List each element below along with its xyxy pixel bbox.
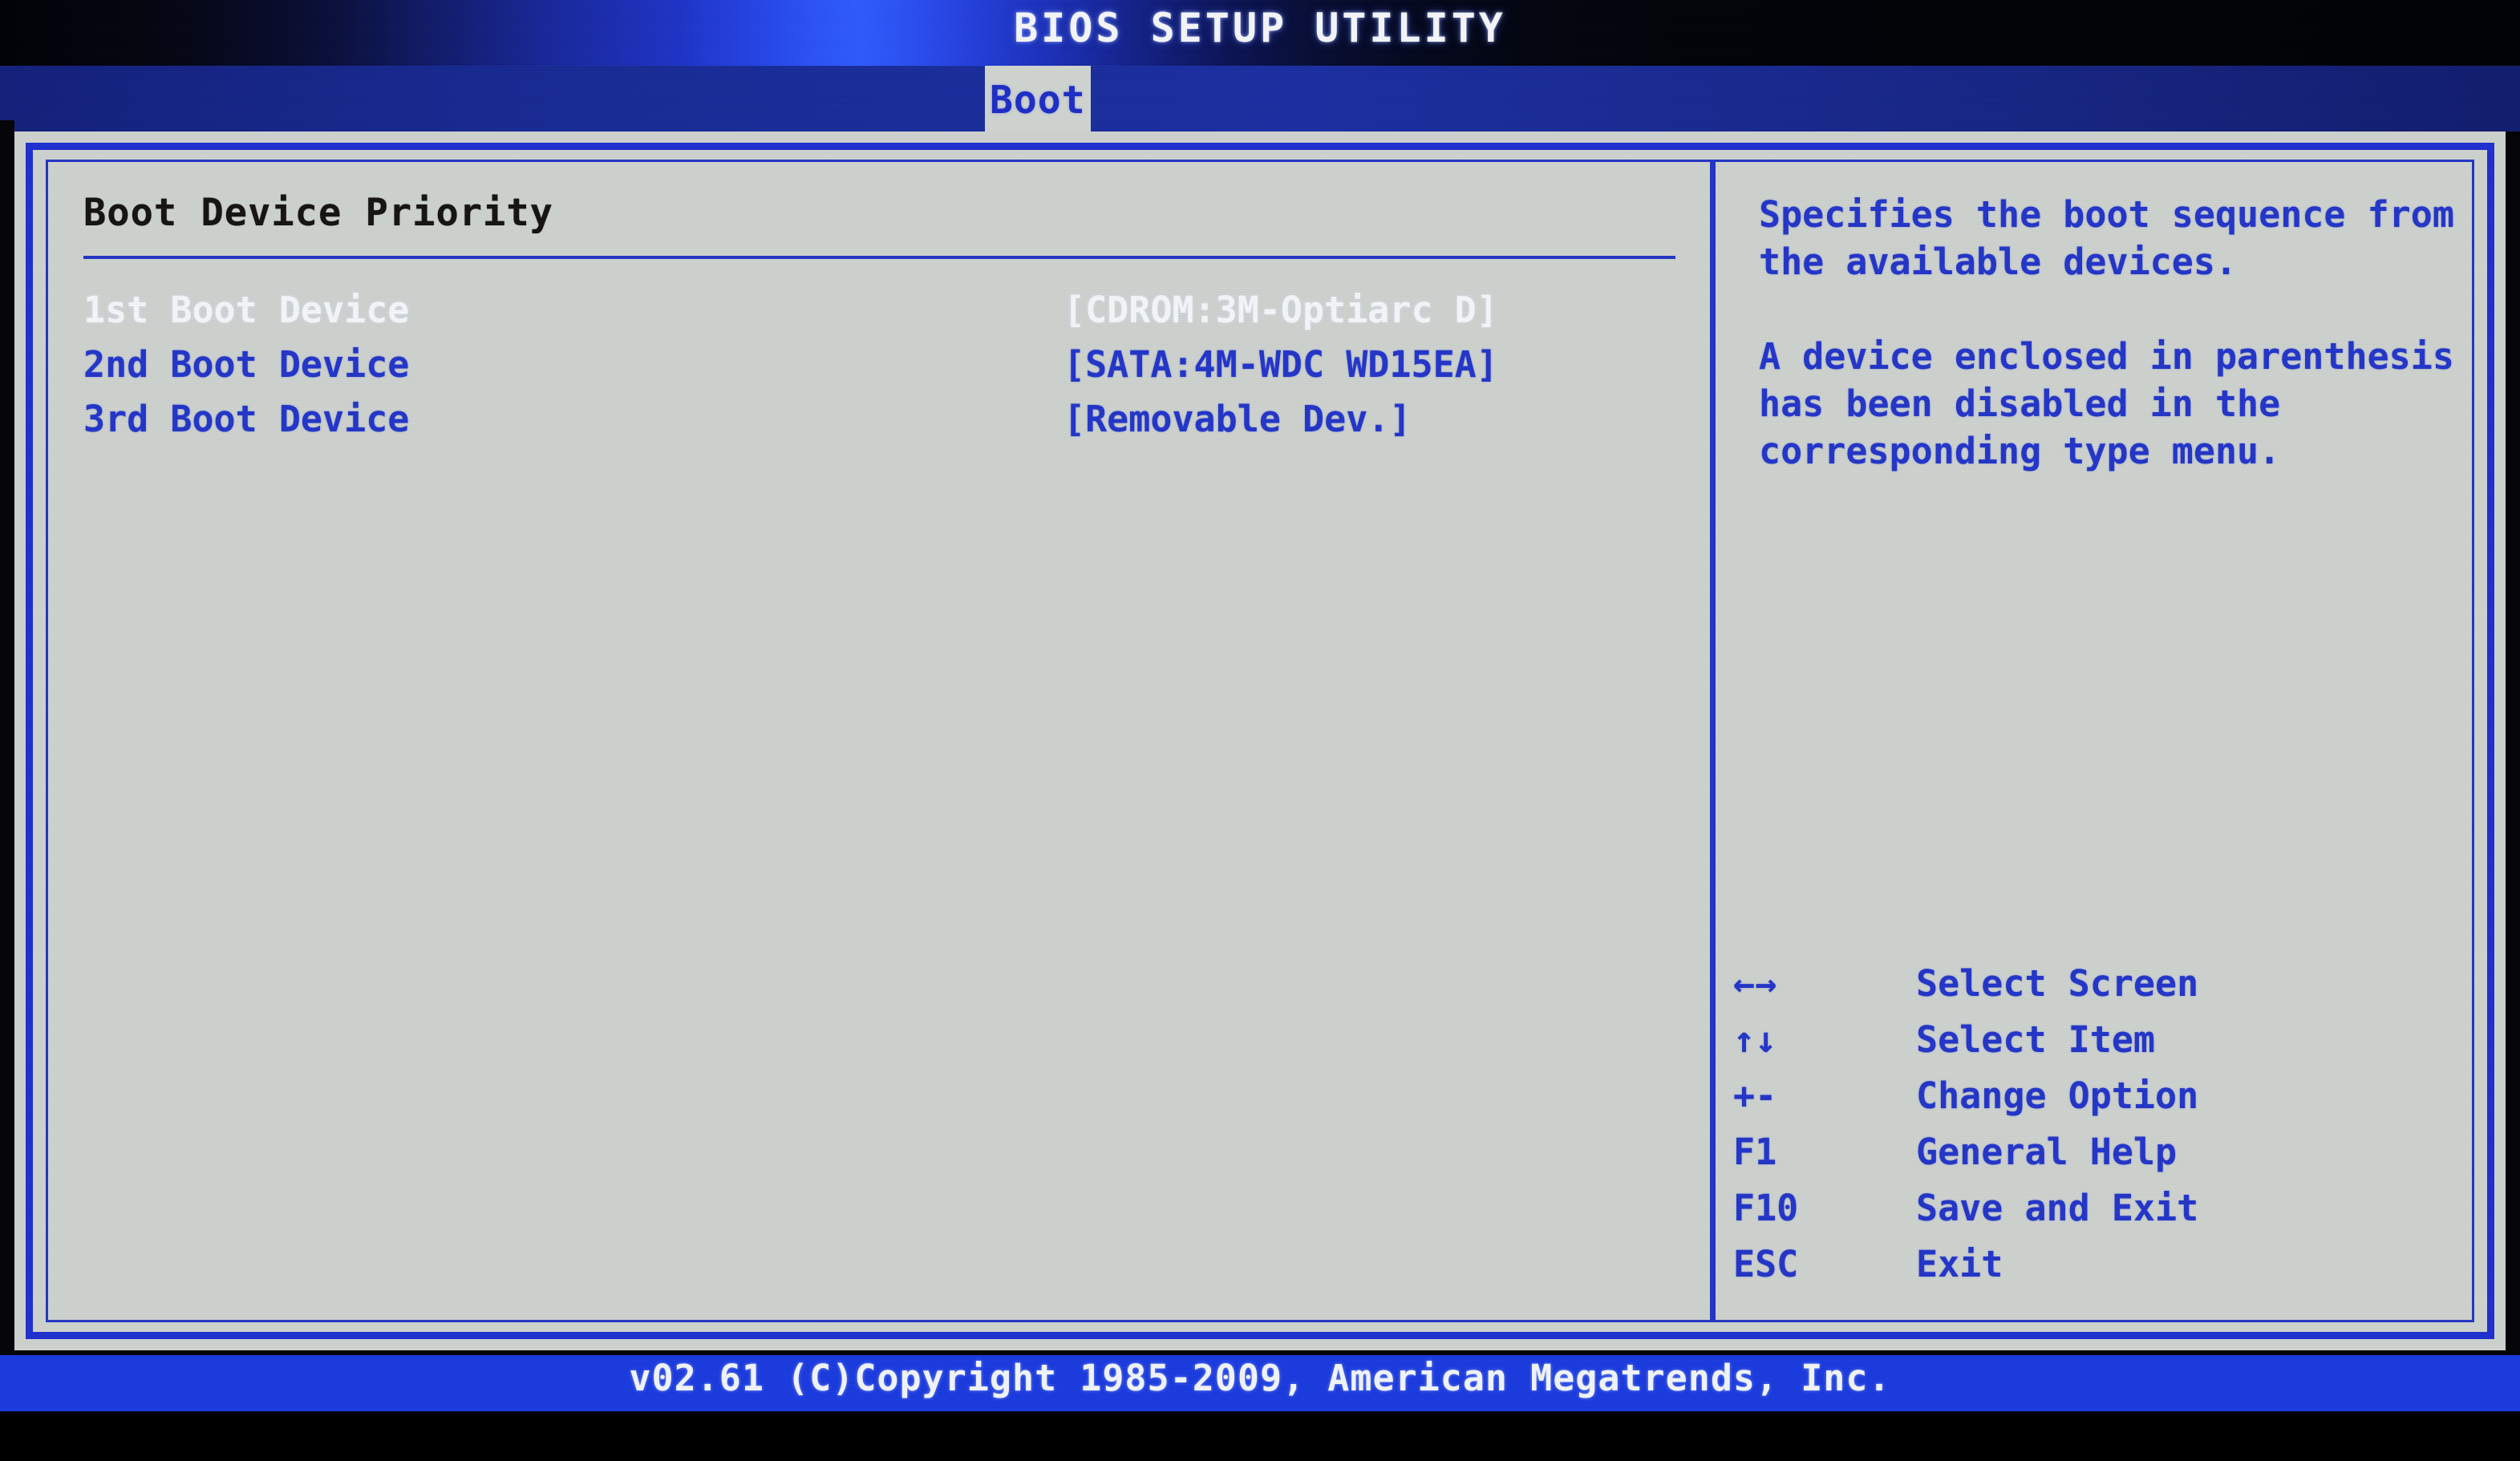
- bios-screen: BIOS SETUP UTILITY Boot Boot Device Prio…: [0, 0, 2520, 1411]
- footer-bar: v02.61 (C)Copyright 1985-2009, American …: [0, 1355, 2520, 1411]
- panel-outer-border: Boot Device Priority 1st Boot Device [CD…: [26, 143, 2494, 1339]
- boot-device-label-3: 3rd Boot Device: [83, 398, 410, 440]
- title-divider: [83, 256, 1675, 259]
- column-divider: [1710, 162, 1716, 1320]
- f1-key-icon: F1: [1733, 1131, 1777, 1173]
- left-right-arrow-icon: ←→: [1733, 962, 1777, 1005]
- legend-item-select-screen: ←→ Select Screen: [1716, 956, 2472, 1012]
- plus-minus-icon: +-: [1733, 1075, 1777, 1117]
- esc-key-icon: ESC: [1733, 1243, 1799, 1285]
- table-row[interactable]: 1st Boot Device [CDROM:3M-Optiarc D]: [83, 283, 1710, 338]
- boot-device-value-3[interactable]: [Removable Dev.]: [1064, 392, 1411, 447]
- legend-action-select-screen: Select Screen: [1916, 962, 2199, 1005]
- key-legend: ←→ Select Screen ↑↓ Select Item +- Chang…: [1716, 956, 2472, 1293]
- app-title: BIOS SETUP UTILITY: [1014, 5, 1506, 51]
- f10-key-icon: F10: [1733, 1187, 1799, 1229]
- settings-column: Boot Device Priority 1st Boot Device [CD…: [48, 162, 1710, 1320]
- table-row[interactable]: 3rd Boot Device [Removable Dev.]: [83, 392, 1710, 447]
- screen-bezel-left: [0, 120, 14, 1359]
- legend-action-save-and-exit: Save and Exit: [1916, 1187, 2199, 1229]
- main-frame: Boot Device Priority 1st Boot Device [CD…: [14, 132, 2506, 1350]
- boot-device-value-2[interactable]: [SATA:4M-WDC WD15EA]: [1064, 338, 1498, 392]
- legend-action-change-option: Change Option: [1916, 1075, 2199, 1117]
- panel-inner-border: Boot Device Priority 1st Boot Device [CD…: [46, 160, 2474, 1322]
- panel-content: Boot Device Priority 1st Boot Device [CD…: [48, 162, 2472, 1320]
- title-bar: BIOS SETUP UTILITY: [0, 0, 2520, 66]
- tab-boot[interactable]: Boot: [985, 66, 1091, 132]
- legend-action-general-help: General Help: [1916, 1131, 2178, 1173]
- boot-device-label-1: 1st Boot Device: [83, 289, 410, 331]
- help-paragraph-1: Specifies the boot sequence from the ava…: [1759, 193, 2454, 283]
- legend-action-select-item: Select Item: [1916, 1018, 2156, 1061]
- legend-item-select-item: ↑↓ Select Item: [1716, 1012, 2472, 1068]
- legend-action-exit: Exit: [1916, 1243, 2003, 1285]
- boot-device-list: 1st Boot Device [CDROM:3M-Optiarc D] 2nd…: [83, 283, 1710, 447]
- help-column: Specifies the boot sequence from the ava…: [1716, 162, 2472, 1320]
- boot-device-value-1[interactable]: [CDROM:3M-Optiarc D]: [1064, 283, 1498, 338]
- boot-device-label-2: 2nd Boot Device: [83, 343, 410, 386]
- legend-item-general-help: F1 General Help: [1716, 1124, 2472, 1180]
- legend-item-change-option: +- Change Option: [1716, 1068, 2472, 1124]
- help-paragraph-2: A device enclosed in parenthesis has bee…: [1759, 335, 2454, 472]
- legend-item-save-and-exit: F10 Save and Exit: [1716, 1180, 2472, 1236]
- menu-bar: Boot: [0, 66, 2520, 132]
- page-title: Boot Device Priority: [83, 191, 553, 235]
- legend-item-exit: ESC Exit: [1716, 1236, 2472, 1293]
- copyright-text: v02.61 (C)Copyright 1985-2009, American …: [629, 1357, 1891, 1399]
- table-row[interactable]: 2nd Boot Device [SATA:4M-WDC WD15EA]: [83, 338, 1710, 392]
- up-down-arrow-icon: ↑↓: [1733, 1018, 1777, 1061]
